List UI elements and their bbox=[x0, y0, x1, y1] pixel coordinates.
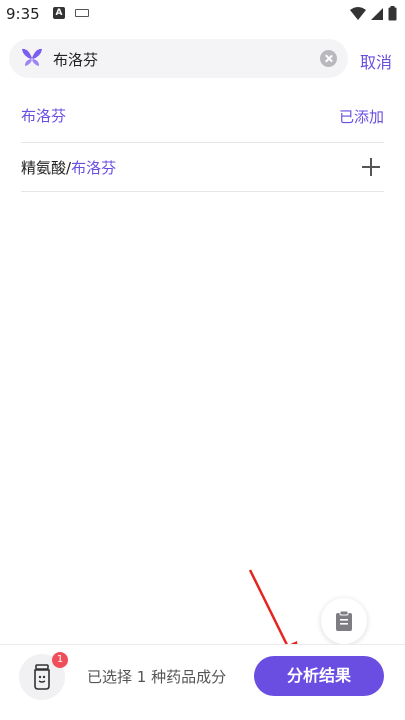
search-input[interactable]: 布洛芬 bbox=[53, 49, 98, 70]
cart-count-badge: 1 bbox=[52, 652, 68, 668]
status-time: 9:35 bbox=[6, 5, 40, 23]
analyze-button[interactable]: 分析结果 bbox=[254, 656, 384, 696]
bottom-bar: 1 已选择 1 种药品成分 分析结果 bbox=[0, 644, 405, 720]
a-icon: A bbox=[53, 7, 65, 19]
clear-icon[interactable] bbox=[320, 50, 337, 67]
result-name: 布洛芬 bbox=[21, 107, 67, 125]
butterfly-icon bbox=[22, 48, 42, 66]
search-bar[interactable]: 布洛芬 bbox=[9, 39, 348, 78]
wifi-icon bbox=[350, 6, 366, 20]
cancel-button[interactable]: 取消 bbox=[360, 49, 392, 73]
clipboard-icon bbox=[336, 610, 352, 631]
add-icon[interactable] bbox=[362, 158, 380, 176]
clipboard-button[interactable] bbox=[321, 598, 367, 644]
medicine-bottle-icon bbox=[34, 664, 50, 690]
status-right-icons bbox=[350, 6, 397, 21]
battery-icon bbox=[388, 6, 397, 21]
status-bar: 9:35 A bbox=[0, 0, 405, 28]
result-name-prefix: 精氨酸/ bbox=[21, 159, 72, 177]
selected-summary: 已选择 1 种药品成分 bbox=[87, 668, 227, 686]
signal-icon bbox=[371, 7, 383, 20]
result-item[interactable]: 精氨酸/布洛芬 bbox=[21, 142, 384, 192]
result-item[interactable]: 布洛芬 已添加 bbox=[21, 91, 384, 141]
added-status: 已添加 bbox=[338, 108, 384, 126]
result-name-highlight: 布洛芬 bbox=[71, 159, 117, 177]
keyboard-icon bbox=[75, 9, 89, 17]
result-name: 精氨酸/布洛芬 bbox=[21, 157, 116, 178]
